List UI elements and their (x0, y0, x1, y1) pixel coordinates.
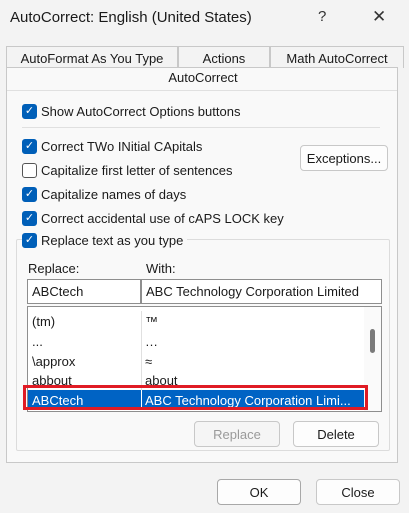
tab-divider (7, 90, 397, 91)
tab-actions[interactable]: Actions (178, 46, 270, 68)
divider (22, 127, 380, 128)
with-cell: ABC Technology Corporation Limi... (145, 393, 351, 408)
close-button[interactable]: Close (316, 479, 400, 505)
vertical-scrollbar[interactable] (364, 307, 381, 411)
delete-button[interactable]: Delete (293, 421, 379, 447)
column-divider (141, 390, 142, 410)
tab-math-autocorrect[interactable]: Math AutoCorrect (270, 46, 404, 68)
checkbox-label: Show AutoCorrect Options buttons (41, 103, 241, 119)
column-divider (141, 311, 142, 331)
replace-text-as-you-type-checkbox[interactable]: ✓ Replace text as you type (22, 231, 188, 249)
list-item[interactable]: abbout about (28, 370, 381, 390)
correct-two-initial-capitals-checkbox[interactable]: ✓ Correct TWo INitial CApitals (22, 137, 202, 155)
exceptions-button[interactable]: Exceptions... (300, 145, 388, 171)
replace-cell: (tm) (32, 314, 56, 329)
replace-cell: abbout (32, 373, 72, 388)
checkmark-icon: ✓ (22, 232, 37, 248)
column-divider (141, 351, 142, 371)
with-cell: about (145, 373, 178, 388)
checkbox-label: Correct TWo INitial CApitals (41, 138, 203, 154)
scrollbar-thumb[interactable] (370, 329, 375, 353)
list-item[interactable]: \approx ≈ (28, 351, 381, 371)
with-cell: ™ (145, 314, 158, 329)
replace-button[interactable]: Replace (194, 421, 280, 447)
checkbox-label: Correct accidental use of cAPS LOCK key (41, 210, 284, 226)
with-cell: … (145, 334, 158, 349)
tab-autoformat-as-you-type[interactable]: AutoFormat As You Type (6, 46, 178, 68)
list-item[interactable]: ... … (28, 331, 381, 351)
capitalize-first-letter-checkbox[interactable]: Capitalize first letter of sentences (22, 161, 232, 179)
checkmark-icon: ✓ (22, 103, 37, 119)
replace-cell: ... (32, 334, 43, 349)
ok-button[interactable]: OK (217, 479, 301, 505)
autocorrect-entries-list[interactable]: (tm) ™ ... … \approx ≈ abbout about ABCt… (27, 306, 382, 412)
capitalize-names-of-days-checkbox[interactable]: ✓ Capitalize names of days (22, 185, 186, 203)
with-label: With: (146, 261, 176, 276)
checkmark-icon: ✓ (22, 138, 37, 154)
replace-cell: \approx (32, 354, 76, 369)
with-input[interactable]: ABC Technology Corporation Limited (141, 279, 382, 304)
correct-caps-lock-checkbox[interactable]: ✓ Correct accidental use of cAPS LOCK ke… (22, 209, 284, 227)
checkmark-icon: ✓ (22, 186, 37, 202)
list-item[interactable]: (tm) ™ (28, 311, 381, 331)
with-cell: ≈ (145, 354, 153, 369)
show-autocorrect-options-checkbox[interactable]: ✓ Show AutoCorrect Options buttons (22, 102, 240, 120)
column-divider (141, 331, 142, 351)
checkbox-label: Replace text as you type (41, 232, 184, 248)
list-item-selected[interactable]: ABCtech ABC Technology Corporation Limi.… (28, 390, 381, 410)
checkmark-icon: ✓ (22, 210, 37, 226)
help-button[interactable]: ? (318, 8, 326, 25)
tab-autocorrect[interactable]: AutoCorrect (7, 70, 399, 85)
window-title: AutoCorrect: English (United States) (10, 9, 252, 26)
checkbox-label: Capitalize names of days (41, 186, 187, 202)
replace-cell: ABCtech (32, 393, 84, 408)
empty-checkbox-icon (22, 162, 37, 178)
close-icon[interactable]: ✕ (372, 7, 386, 27)
replace-input[interactable]: ABCtech (27, 279, 141, 304)
checkbox-label: Capitalize first letter of sentences (41, 162, 233, 178)
title-bar: Exceptions for AutoCorrect AutoCorrect: … (0, 0, 409, 38)
replace-label: Replace: (28, 261, 80, 276)
column-divider (141, 370, 142, 390)
